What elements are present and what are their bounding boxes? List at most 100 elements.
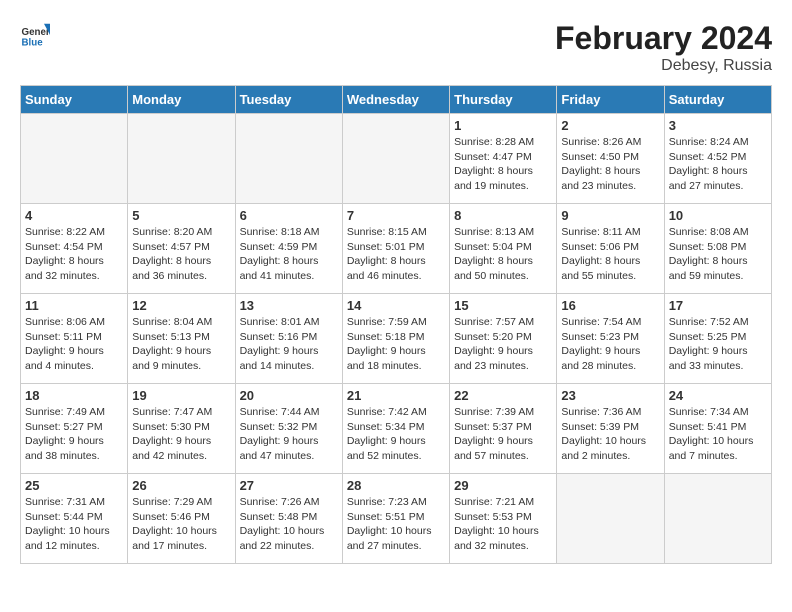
- month-title: February 2024: [555, 20, 772, 57]
- day-info: Sunrise: 7:31 AM Sunset: 5:44 PM Dayligh…: [25, 495, 123, 554]
- day-number: 20: [240, 388, 338, 403]
- calendar-cell: 27 Sunrise: 7:26 AM Sunset: 5:48 PM Dayli…: [235, 474, 342, 564]
- week-row-2: 4Sunrise: 8:22 AM Sunset: 4:54 PM Daylig…: [21, 204, 772, 294]
- calendar-cell: 20 Sunrise: 7:44 AM Sunset: 5:32 PM Dayli…: [235, 384, 342, 474]
- day-number: 4: [25, 208, 123, 223]
- day-info: Sunrise: 7:59 AM Sunset: 5:18 PM Dayligh…: [347, 315, 445, 374]
- calendar-cell: 3 Sunrise: 8:24 AM Sunset: 4:52 PM Daylig…: [664, 114, 771, 204]
- day-info: Sunrise: 8:13 AM Sunset: 5:04 PM Dayligh…: [454, 225, 552, 284]
- day-number: 19: [132, 388, 230, 403]
- day-info: Sunrise: 8:04 AM Sunset: 5:13 PM Dayligh…: [132, 315, 230, 374]
- day-info: Sunrise: 8:06 AM Sunset: 5:11 PM Dayligh…: [25, 315, 123, 374]
- day-info: Sunrise: 8:01 AM Sunset: 5:16 PM Dayligh…: [240, 315, 338, 374]
- weekday-header-saturday: Saturday: [664, 86, 771, 114]
- calendar-cell: 10 Sunrise: 8:08 AM Sunset: 5:08 PM Dayli…: [664, 204, 771, 294]
- day-info: Sunrise: 8:18 AM Sunset: 4:59 PM Dayligh…: [240, 225, 338, 284]
- logo: General Blue: [20, 20, 50, 50]
- day-info: Sunrise: 7:29 AM Sunset: 5:46 PM Dayligh…: [132, 495, 230, 554]
- calendar-cell: 9 Sunrise: 8:11 AM Sunset: 5:06 PM Daylig…: [557, 204, 664, 294]
- day-info: Sunrise: 7:26 AM Sunset: 5:48 PM Dayligh…: [240, 495, 338, 554]
- calendar-cell: 14 Sunrise: 7:59 AM Sunset: 5:18 PM Dayli…: [342, 294, 449, 384]
- day-number: 8: [454, 208, 552, 223]
- day-number: 14: [347, 298, 445, 313]
- day-info: Sunrise: 7:57 AM Sunset: 5:20 PM Dayligh…: [454, 315, 552, 374]
- calendar-cell: 4Sunrise: 8:22 AM Sunset: 4:54 PM Daylig…: [21, 204, 128, 294]
- calendar-cell: 17Sunrise: 7:52 AM Sunset: 5:25 PM Dayli…: [664, 294, 771, 384]
- day-info: Sunrise: 8:26 AM Sunset: 4:50 PM Dayligh…: [561, 135, 659, 194]
- calendar-cell: [21, 114, 128, 204]
- day-number: 5: [132, 208, 230, 223]
- page-header: General Blue February 2024 Debesy, Russi…: [20, 20, 772, 75]
- week-row-5: 25 Sunrise: 7:31 AM Sunset: 5:44 PM Dayli…: [21, 474, 772, 564]
- day-info: Sunrise: 8:15 AM Sunset: 5:01 PM Dayligh…: [347, 225, 445, 284]
- day-number: 27: [240, 478, 338, 493]
- day-info: Sunrise: 8:11 AM Sunset: 5:06 PM Dayligh…: [561, 225, 659, 284]
- svg-text:General: General: [22, 27, 51, 38]
- calendar-cell: 6Sunrise: 8:18 AM Sunset: 4:59 PM Daylig…: [235, 204, 342, 294]
- calendar-cell: [342, 114, 449, 204]
- calendar-cell: 5 Sunrise: 8:20 AM Sunset: 4:57 PM Daylig…: [128, 204, 235, 294]
- calendar-cell: 11 Sunrise: 8:06 AM Sunset: 5:11 PM Dayli…: [21, 294, 128, 384]
- calendar-cell: [235, 114, 342, 204]
- calendar-cell: 2 Sunrise: 8:26 AM Sunset: 4:50 PM Daylig…: [557, 114, 664, 204]
- day-number: 12: [132, 298, 230, 313]
- day-number: 25: [25, 478, 123, 493]
- day-number: 9: [561, 208, 659, 223]
- weekday-header-wednesday: Wednesday: [342, 86, 449, 114]
- day-number: 1: [454, 118, 552, 133]
- calendar-cell: 21 Sunrise: 7:42 AM Sunset: 5:34 PM Dayli…: [342, 384, 449, 474]
- calendar-cell: [557, 474, 664, 564]
- calendar-cell: 26 Sunrise: 7:29 AM Sunset: 5:46 PM Dayli…: [128, 474, 235, 564]
- day-info: Sunrise: 7:44 AM Sunset: 5:32 PM Dayligh…: [240, 405, 338, 464]
- day-number: 11: [25, 298, 123, 313]
- day-number: 10: [669, 208, 767, 223]
- day-info: Sunrise: 7:54 AM Sunset: 5:23 PM Dayligh…: [561, 315, 659, 374]
- weekday-header-friday: Friday: [557, 86, 664, 114]
- calendar-cell: [128, 114, 235, 204]
- day-info: Sunrise: 7:49 AM Sunset: 5:27 PM Dayligh…: [25, 405, 123, 464]
- calendar-cell: 24 Sunrise: 7:34 AM Sunset: 5:41 PM Dayli…: [664, 384, 771, 474]
- day-number: 29: [454, 478, 552, 493]
- day-number: 24: [669, 388, 767, 403]
- day-info: Sunrise: 8:20 AM Sunset: 4:57 PM Dayligh…: [132, 225, 230, 284]
- day-info: Sunrise: 7:21 AM Sunset: 5:53 PM Dayligh…: [454, 495, 552, 554]
- calendar-cell: 25 Sunrise: 7:31 AM Sunset: 5:44 PM Dayli…: [21, 474, 128, 564]
- calendar-cell: [664, 474, 771, 564]
- day-info: Sunrise: 7:34 AM Sunset: 5:41 PM Dayligh…: [669, 405, 767, 464]
- weekday-header-tuesday: Tuesday: [235, 86, 342, 114]
- calendar-cell: 23 Sunrise: 7:36 AM Sunset: 5:39 PM Dayli…: [557, 384, 664, 474]
- week-row-3: 11 Sunrise: 8:06 AM Sunset: 5:11 PM Dayli…: [21, 294, 772, 384]
- day-number: 3: [669, 118, 767, 133]
- weekday-header-sunday: Sunday: [21, 86, 128, 114]
- day-number: 2: [561, 118, 659, 133]
- location: Debesy, Russia: [555, 57, 772, 75]
- day-info: Sunrise: 7:39 AM Sunset: 5:37 PM Dayligh…: [454, 405, 552, 464]
- calendar-cell: 18 Sunrise: 7:49 AM Sunset: 5:27 PM Dayli…: [21, 384, 128, 474]
- calendar-cell: 19Sunrise: 7:47 AM Sunset: 5:30 PM Dayli…: [128, 384, 235, 474]
- day-info: Sunrise: 7:23 AM Sunset: 5:51 PM Dayligh…: [347, 495, 445, 554]
- day-info: Sunrise: 8:24 AM Sunset: 4:52 PM Dayligh…: [669, 135, 767, 194]
- calendar-cell: 12 Sunrise: 8:04 AM Sunset: 5:13 PM Dayli…: [128, 294, 235, 384]
- calendar-cell: 1 Sunrise: 8:28 AM Sunset: 4:47 PM Daylig…: [450, 114, 557, 204]
- weekday-header-thursday: Thursday: [450, 86, 557, 114]
- day-info: Sunrise: 7:36 AM Sunset: 5:39 PM Dayligh…: [561, 405, 659, 464]
- day-number: 23: [561, 388, 659, 403]
- calendar-cell: 22 Sunrise: 7:39 AM Sunset: 5:37 PM Dayli…: [450, 384, 557, 474]
- day-info: Sunrise: 8:28 AM Sunset: 4:47 PM Dayligh…: [454, 135, 552, 194]
- day-number: 21: [347, 388, 445, 403]
- day-number: 28: [347, 478, 445, 493]
- day-info: Sunrise: 8:08 AM Sunset: 5:08 PM Dayligh…: [669, 225, 767, 284]
- calendar-table: SundayMondayTuesdayWednesdayThursdayFrid…: [20, 85, 772, 564]
- calendar-cell: 28 Sunrise: 7:23 AM Sunset: 5:51 PM Dayli…: [342, 474, 449, 564]
- day-number: 26: [132, 478, 230, 493]
- calendar-cell: 8 Sunrise: 8:13 AM Sunset: 5:04 PM Daylig…: [450, 204, 557, 294]
- day-number: 18: [25, 388, 123, 403]
- weekday-header-monday: Monday: [128, 86, 235, 114]
- calendar-cell: 15 Sunrise: 7:57 AM Sunset: 5:20 PM Dayli…: [450, 294, 557, 384]
- day-info: Sunrise: 7:42 AM Sunset: 5:34 PM Dayligh…: [347, 405, 445, 464]
- day-number: 15: [454, 298, 552, 313]
- day-number: 22: [454, 388, 552, 403]
- day-number: 7: [347, 208, 445, 223]
- calendar-cell: 7 Sunrise: 8:15 AM Sunset: 5:01 PM Daylig…: [342, 204, 449, 294]
- weekday-header-row: SundayMondayTuesdayWednesdayThursdayFrid…: [21, 86, 772, 114]
